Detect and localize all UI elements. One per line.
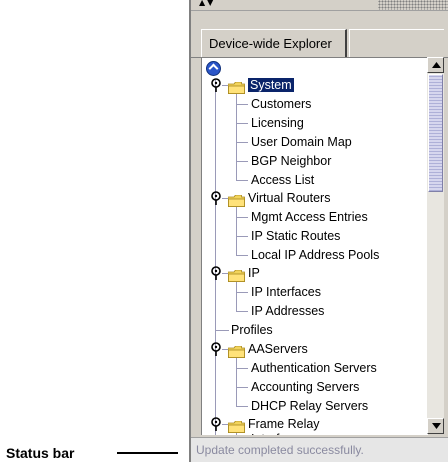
tree-node-virtual-routers[interactable]: Virtual Routers	[248, 190, 330, 206]
tree-connector	[236, 161, 248, 162]
tree-connector	[236, 104, 248, 105]
tree-leaf[interactable]: BGP Neighbor	[251, 153, 331, 169]
tree-guide-line	[215, 80, 216, 435]
tree-node-label: User Domain Map	[251, 135, 352, 149]
tree-scrollbar[interactable]	[427, 57, 444, 434]
status-bar-callout-label: Status bar	[6, 445, 75, 461]
tree-connector	[215, 330, 229, 331]
tree-node-label: IP	[248, 266, 260, 280]
tree-guide-line	[236, 88, 237, 181]
tree-node-label: Profiles	[231, 323, 273, 337]
tree-node-label: Accounting Servers	[251, 380, 360, 394]
tree-node-ip[interactable]: IP	[248, 265, 260, 281]
folder-icon	[227, 343, 245, 359]
folder-icon	[227, 192, 245, 208]
tab-bar-background	[349, 29, 444, 58]
tree-node-label: Authentication Servers	[251, 361, 377, 375]
tree-node-label: Interfaces	[251, 432, 306, 435]
tree-connector	[222, 198, 228, 199]
tree-node-label: IP Static Routes	[251, 229, 341, 243]
status-bar: Update completed successfully.	[191, 437, 448, 462]
grip-texture	[378, 0, 448, 10]
tree-node-profiles[interactable]: Profiles	[231, 322, 273, 338]
tree-node-label: AAServers	[248, 342, 308, 356]
tree-leaf[interactable]: IP Interfaces	[251, 284, 321, 300]
tree-node-label: IP Addresses	[251, 304, 325, 318]
tree-node-label: BGP Neighbor	[251, 154, 332, 168]
explorer-tree[interactable]: System Customers Licensing User Domain Map B…	[201, 57, 428, 435]
callout-leader-line	[117, 452, 178, 454]
tree-node-label: Customers	[251, 97, 312, 111]
tree-connector	[236, 180, 248, 181]
tree-expand-toggle-icon[interactable]	[210, 416, 222, 431]
tree-node-aaservers[interactable]: AAServers	[248, 341, 308, 357]
scroll-thumb[interactable]	[428, 74, 443, 192]
tree-node-label: Virtual Routers	[248, 191, 331, 205]
explorer-panel: ▲▼ Device-wide Explorer System Customers L…	[189, 0, 448, 462]
tree-leaf[interactable]: Mgmt Access Entries	[251, 209, 368, 225]
folder-icon	[227, 267, 245, 283]
tree-node-label: Mgmt Access Entries	[251, 210, 368, 224]
tree-node-label: Local IP Address Pools	[251, 248, 380, 262]
tree-leaf[interactable]: Authentication Servers	[251, 360, 377, 376]
tree-connector	[236, 292, 248, 293]
tree-connector	[222, 349, 228, 350]
tree-node-label: DHCP Relay Servers	[251, 399, 369, 413]
tree-node-label: Frame Relay	[248, 417, 320, 431]
tree-expand-toggle-icon[interactable]	[210, 265, 222, 280]
tree-leaf[interactable]: User Domain Map	[251, 134, 352, 150]
tree-node-label: Access List	[251, 173, 315, 187]
tree-connector	[236, 406, 248, 407]
tree-leaf[interactable]: Interfaces	[251, 431, 306, 435]
tree-expand-toggle-icon[interactable]	[210, 341, 222, 356]
tree-connector	[222, 424, 228, 425]
tree-leaf[interactable]: Customers	[251, 96, 311, 112]
tree-node-label: IP Interfaces	[251, 285, 321, 299]
tree-connector	[236, 142, 248, 143]
tree-leaf[interactable]: Licensing	[251, 115, 304, 131]
split-arrows-icon[interactable]: ▲▼	[199, 0, 215, 7]
tree-node-system[interactable]: System	[248, 77, 294, 93]
root-node-icon[interactable]	[206, 61, 221, 76]
folder-icon	[227, 418, 245, 434]
tree-connector	[236, 236, 248, 237]
tree-leaf[interactable]: IP Addresses	[251, 303, 324, 319]
split-pane-divider[interactable]: ▲▼	[191, 0, 448, 11]
tree-guide-line	[236, 200, 237, 256]
tree-leaf[interactable]: DHCP Relay Servers	[251, 398, 368, 414]
tree-node-frame-relay[interactable]: Frame Relay	[248, 416, 320, 432]
tab-bar: Device-wide Explorer	[191, 11, 448, 58]
tree-guide-line	[236, 351, 237, 407]
tree-leaf[interactable]: Access List	[251, 172, 314, 188]
tree-connector	[222, 85, 228, 86]
tree-connector	[236, 217, 248, 218]
tree-connector	[222, 273, 228, 274]
arrow-up-icon	[432, 62, 441, 68]
tree-expand-toggle-icon[interactable]	[210, 77, 222, 92]
tree-leaf[interactable]: Local IP Address Pools	[251, 247, 379, 263]
tree-expand-toggle-icon[interactable]	[210, 190, 222, 205]
scroll-down-button[interactable]	[427, 418, 444, 434]
tree-connector	[236, 123, 248, 124]
tree-connector	[236, 311, 248, 312]
tree-leaf[interactable]: IP Static Routes	[251, 228, 340, 244]
scroll-up-button[interactable]	[427, 57, 444, 73]
arrow-down-icon	[432, 423, 441, 429]
tree-node-label: System	[248, 78, 294, 92]
tab-device-wide-explorer[interactable]: Device-wide Explorer	[201, 29, 347, 57]
tree-connector	[236, 368, 248, 369]
tree-leaf[interactable]: Accounting Servers	[251, 379, 359, 395]
tree-connector	[236, 255, 248, 256]
tree-node-label: Licensing	[251, 116, 304, 130]
folder-icon	[227, 79, 245, 95]
tree-connector	[236, 387, 248, 388]
